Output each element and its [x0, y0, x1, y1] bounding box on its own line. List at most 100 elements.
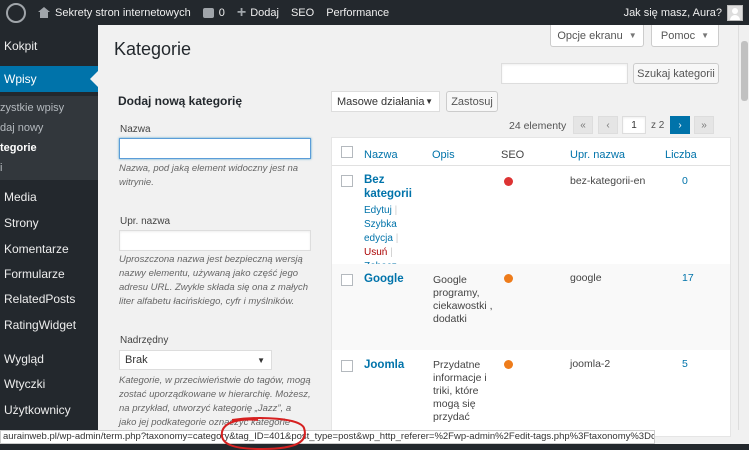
sidebar-item-relatedposts[interactable]: RelatedPosts — [0, 286, 98, 312]
sidebar-item-ratingwidget[interactable]: RatingWidget — [0, 312, 98, 338]
separator: | — [390, 247, 393, 258]
home-icon — [38, 7, 50, 18]
last-page-button[interactable]: » — [694, 116, 714, 134]
search-categories-button[interactable]: Szukaj kategorii — [633, 63, 719, 84]
sidebar-item-label: RelatedPosts — [4, 292, 76, 306]
category-slug: joomla-2 — [570, 358, 611, 370]
total-pages: z 2 — [651, 120, 665, 131]
parent-label: Nadrzędny — [120, 335, 169, 346]
caret-down-icon: ▼ — [628, 31, 637, 40]
sidebar-item-label: Wtyczki — [4, 377, 46, 391]
column-slug[interactable]: Upr. nazwa — [570, 149, 625, 161]
sidebar-item-label: Media — [4, 190, 37, 204]
comments-count: 0 — [218, 6, 225, 19]
sidebar-item-kokpit[interactable]: Kokpit — [0, 33, 98, 59]
site-name-link[interactable]: Sekrety stron internetowych — [32, 0, 197, 25]
main-content: Kategorie Opcje ekranu ▼ Pomoc ▼ Szukaj ka… — [98, 25, 738, 442]
category-description: Google programy, ciekawostki , dodatki — [433, 274, 493, 325]
table-header: Nazwa Opis SEO Upr. nazwa Liczba — [332, 138, 730, 166]
apply-label: Zastosuj — [451, 95, 493, 108]
category-count-link[interactable]: 17 — [682, 272, 694, 284]
seo-status-dot — [504, 360, 513, 369]
seo-status-dot — [504, 274, 513, 283]
performance-label: Performance — [326, 6, 390, 19]
prev-page-button[interactable]: ‹ — [598, 116, 618, 134]
sidebar-item-label: Wpisy — [4, 72, 37, 86]
plus-icon: + — [236, 3, 247, 21]
select-all-checkbox[interactable] — [341, 146, 353, 158]
category-name-input[interactable] — [119, 138, 311, 159]
items-count: 24 elementy — [509, 120, 567, 132]
submenu-add-new[interactable]: daj nowy — [0, 122, 43, 134]
active-indicator — [90, 71, 98, 87]
column-description[interactable]: Opis — [432, 149, 455, 161]
row-checkbox[interactable] — [341, 360, 353, 372]
performance-menu[interactable]: Performance — [320, 0, 395, 25]
slug-label: Upr. nazwa — [120, 216, 171, 227]
admin-bar: Sekrety stron internetowych 0 + Dodaj SE… — [0, 0, 749, 25]
help-label: Pomoc — [660, 29, 696, 42]
sidebar-item-komentarze[interactable]: Komentarze — [0, 236, 98, 262]
next-page-button[interactable]: › — [670, 116, 690, 134]
current-page-input[interactable]: 1 — [622, 116, 646, 134]
new-content-link[interactable]: + Dodaj — [231, 0, 285, 25]
sidebar-item-wpisy[interactable]: Wpisy — [0, 66, 98, 92]
bottom-strip — [0, 444, 749, 450]
apply-button[interactable]: Zastosuj — [446, 91, 498, 112]
sidebar-item-wtyczki[interactable]: Wtyczki — [0, 371, 98, 397]
page-title: Kategorie — [114, 39, 192, 59]
sidebar-item-media[interactable]: Media — [0, 184, 98, 210]
first-page-button[interactable]: « — [573, 116, 593, 134]
bulk-actions-value: Masowe działania — [337, 95, 425, 108]
avatar — [727, 4, 743, 21]
parent-category-select[interactable]: Brak ▼ — [119, 350, 272, 370]
separator: | — [395, 233, 399, 244]
screen-options-button[interactable]: Opcje ekranu ▼ — [550, 25, 644, 47]
category-count-link[interactable]: 0 — [682, 175, 688, 187]
category-count-link[interactable]: 5 — [682, 358, 688, 370]
sidebar-item-wyglad[interactable]: Wygląd — [0, 346, 98, 372]
submenu-tags[interactable]: i — [0, 162, 2, 174]
column-name[interactable]: Nazwa — [364, 149, 398, 161]
search-button-label: Szukaj kategorii — [637, 67, 715, 80]
sidebar-item-formularze[interactable]: Formularze — [0, 261, 98, 287]
row-checkbox[interactable] — [341, 175, 353, 187]
new-content-label: Dodaj — [250, 6, 279, 19]
seo-menu[interactable]: SEO — [285, 0, 320, 25]
site-name: Sekrety stron internetowych — [55, 6, 191, 19]
wordpress-logo[interactable] — [0, 0, 32, 25]
sidebar-item-strony[interactable]: Strony — [0, 210, 98, 236]
select-arrow-icon: ▼ — [257, 356, 265, 365]
table-row: Joomla Przydatne informacje i triki, któ… — [332, 350, 730, 436]
sidebar-item-label: Strony — [4, 216, 39, 230]
sidebar-item-label: Kokpit — [4, 39, 38, 53]
help-button[interactable]: Pomoc ▼ — [651, 25, 719, 47]
column-count[interactable]: Liczba — [665, 149, 697, 161]
bulk-actions-select[interactable]: Masowe działania ▼ — [331, 91, 440, 112]
category-name-link[interactable]: Joomla — [364, 358, 424, 372]
submenu-categories[interactable]: tegorie — [0, 142, 37, 154]
category-name-link[interactable]: Bez kategorii — [364, 173, 424, 201]
edit-link[interactable]: Edytuj — [364, 205, 392, 216]
comments-link[interactable]: 0 — [197, 0, 231, 25]
delete-link[interactable]: Usuń — [364, 247, 387, 258]
caret-down-icon: ▼ — [701, 31, 710, 40]
row-checkbox[interactable] — [341, 274, 353, 286]
wordpress-icon — [6, 2, 26, 23]
scrollbar-thumb[interactable] — [741, 41, 748, 101]
browser-status-bar: aurainweb.pl/wp-admin/term.php?taxonomy=… — [0, 430, 655, 444]
account-menu[interactable]: Jak się masz, Aura? — [618, 0, 749, 25]
sidebar-item-label: Komentarze — [4, 242, 69, 256]
sidebar-item-label: Użytkownicy — [4, 403, 71, 417]
sidebar-item-label: Formularze — [4, 267, 65, 281]
submenu-all-posts[interactable]: zystkie wpisy — [0, 102, 64, 114]
page-scrollbar[interactable] — [738, 25, 749, 430]
name-label: Nazwa — [120, 124, 151, 135]
category-description: Przydatne informacje i triki, które mogą… — [433, 359, 487, 423]
quick-edit-link[interactable]: Szybka edycja — [364, 219, 397, 244]
category-slug-input[interactable] — [119, 230, 311, 251]
name-description: Nazwa, pod jaką element widoczny jest na… — [119, 163, 299, 188]
search-categories-input[interactable] — [501, 63, 628, 84]
sidebar-item-uzytkownicy[interactable]: Użytkownicy — [0, 397, 98, 423]
category-name-link[interactable]: Google — [364, 272, 424, 286]
